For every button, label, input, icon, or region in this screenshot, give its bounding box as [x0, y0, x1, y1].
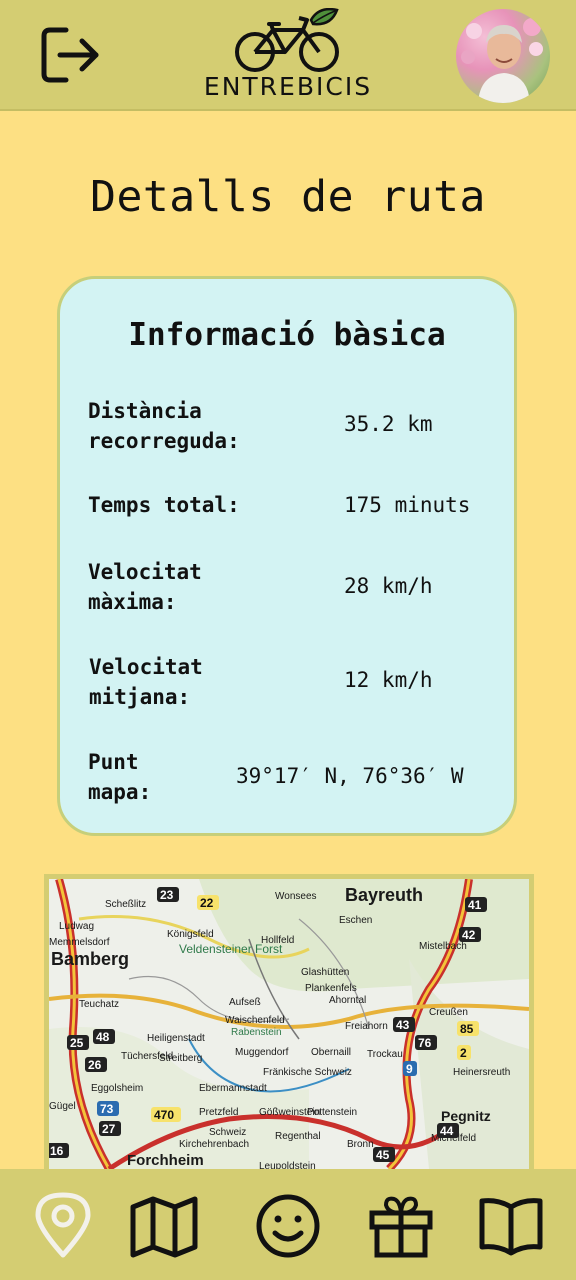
map-place-label: Pottenstein — [307, 1107, 357, 1118]
map-place-label: Ahorntal — [329, 995, 366, 1006]
road-number-label: 44 — [440, 1124, 454, 1138]
smiley-icon — [256, 1194, 320, 1258]
map-image: BayreuthBambergForchheimPegnitzVeldenste… — [49, 879, 529, 1169]
avg-speed-value: 12 km/h — [344, 668, 433, 692]
map-place-label: Trockau — [367, 1049, 403, 1060]
road-number-label: 48 — [96, 1030, 110, 1044]
map-place-label: Forchheim — [127, 1152, 204, 1169]
map-place-label: Fränkische Schweiz — [263, 1067, 352, 1078]
map-place-label: Creußen — [429, 1007, 468, 1018]
distance-label: Distància recorreguda: — [88, 399, 240, 453]
logout-button[interactable] — [38, 24, 104, 86]
road-number-label: 27 — [102, 1122, 116, 1136]
total-time-label: Temps total: — [88, 493, 240, 517]
map-icon — [130, 1196, 198, 1258]
map-place-label: Wonsees — [275, 891, 317, 902]
road-number-label: 73 — [100, 1102, 114, 1116]
map-place-label: Memmelsdorf — [49, 937, 110, 948]
map-place-label: Mistelbach — [419, 941, 467, 952]
max-speed-value: 28 km/h — [344, 574, 433, 598]
route-map[interactable]: Bayreuth Bamberg Forchheim Pegnitz Veldenste… — [44, 874, 534, 1174]
location-pin-icon — [35, 1192, 91, 1258]
map-place-label: Scheßlitz — [105, 899, 146, 910]
map-place-label: Rabenstein — [231, 1027, 282, 1038]
road-number-label: 41 — [468, 898, 482, 912]
map-place-label: Glashütten — [301, 967, 349, 978]
nav-guide[interactable] — [476, 1191, 546, 1261]
user-photo-icon — [461, 18, 543, 103]
bicycle-leaf-icon — [235, 8, 339, 72]
map-place-label: Eschen — [339, 915, 372, 926]
map-place-label: Muggendorf — [235, 1047, 289, 1058]
app-header: ENTREBICIS — [0, 0, 576, 111]
map-place-label: Aufseß — [229, 997, 261, 1008]
road-number-label: 22 — [200, 896, 214, 910]
max-speed-label: Velocitat màxima: — [88, 560, 202, 614]
basic-info-card: Informació bàsica Distància recorreguda:… — [57, 276, 517, 836]
map-place-label: Königsfeld — [167, 929, 214, 940]
map-place-label: Regenthal — [275, 1131, 321, 1142]
map-place-label: Bayreuth — [345, 885, 423, 905]
map-point-value: 39°17′ N, 76°36′ W — [236, 764, 464, 788]
road-number-label: 470 — [154, 1108, 174, 1122]
map-place-label: Plankenfels — [305, 983, 357, 994]
gift-icon — [369, 1196, 433, 1258]
road-number-label: 42 — [462, 928, 476, 942]
road-number-label: 85 — [460, 1022, 474, 1036]
map-place-label: Freiahorn — [345, 1021, 388, 1032]
map-place-label: Leupoldstein — [259, 1161, 316, 1169]
road-number-label: 9 — [406, 1062, 413, 1076]
map-place-label: Gügel — [49, 1101, 76, 1112]
road-number-label: 76 — [418, 1036, 432, 1050]
logo-text: ENTREBICIS — [203, 72, 373, 101]
map-place-label: Heinersreuth — [453, 1067, 510, 1078]
nav-profile[interactable] — [253, 1191, 323, 1261]
nav-map[interactable] — [129, 1191, 199, 1261]
distance-value: 35.2 km — [344, 412, 433, 436]
map-place-label: Eggolsheim — [91, 1083, 143, 1094]
map-place-label: Schweiz — [209, 1127, 246, 1138]
page-title: Detalls de ruta — [90, 172, 486, 222]
app-logo: ENTREBICIS — [196, 8, 380, 106]
nav-rewards[interactable] — [366, 1191, 436, 1261]
avg-speed-label: Velocitat mitjana: — [89, 655, 203, 709]
map-place-label: Pretzfeld — [199, 1107, 238, 1118]
book-icon — [479, 1198, 543, 1256]
map-place-label: Pegnitz — [441, 1108, 491, 1124]
road-number-label: 25 — [70, 1036, 84, 1050]
bottom-navigation — [0, 1169, 576, 1280]
road-number-label: 45 — [376, 1148, 390, 1162]
road-number-label: 43 — [396, 1018, 410, 1032]
map-place-label: Ebermannstadt — [199, 1083, 267, 1094]
map-point-label: Punt mapa: — [88, 750, 152, 804]
road-number-label: 23 — [160, 888, 174, 902]
total-time-value: 175 minuts — [344, 493, 471, 517]
map-place-label: Ludwag — [59, 921, 94, 932]
road-number-label: 16 — [50, 1144, 64, 1158]
logout-icon — [41, 27, 99, 83]
nav-location[interactable] — [28, 1191, 98, 1261]
map-place-label: Kirchehrenbach — [179, 1139, 249, 1150]
road-number-label: 2 — [460, 1046, 467, 1060]
map-place-label: Bronn — [347, 1139, 374, 1150]
map-place-label: Obernaill — [311, 1047, 351, 1058]
user-avatar[interactable] — [456, 9, 550, 103]
map-place-label: Tüchersfeld — [121, 1051, 173, 1062]
map-place-label: Teuchatz — [79, 999, 119, 1010]
map-place-label: Waischenfeld — [225, 1015, 285, 1026]
card-title: Informació bàsica — [128, 317, 446, 353]
road-number-label: 26 — [88, 1058, 102, 1072]
map-place-label: Hollfeld — [261, 935, 294, 946]
map-place-label: Heiligenstadt — [147, 1033, 205, 1044]
map-place-label: Bamberg — [51, 949, 129, 969]
